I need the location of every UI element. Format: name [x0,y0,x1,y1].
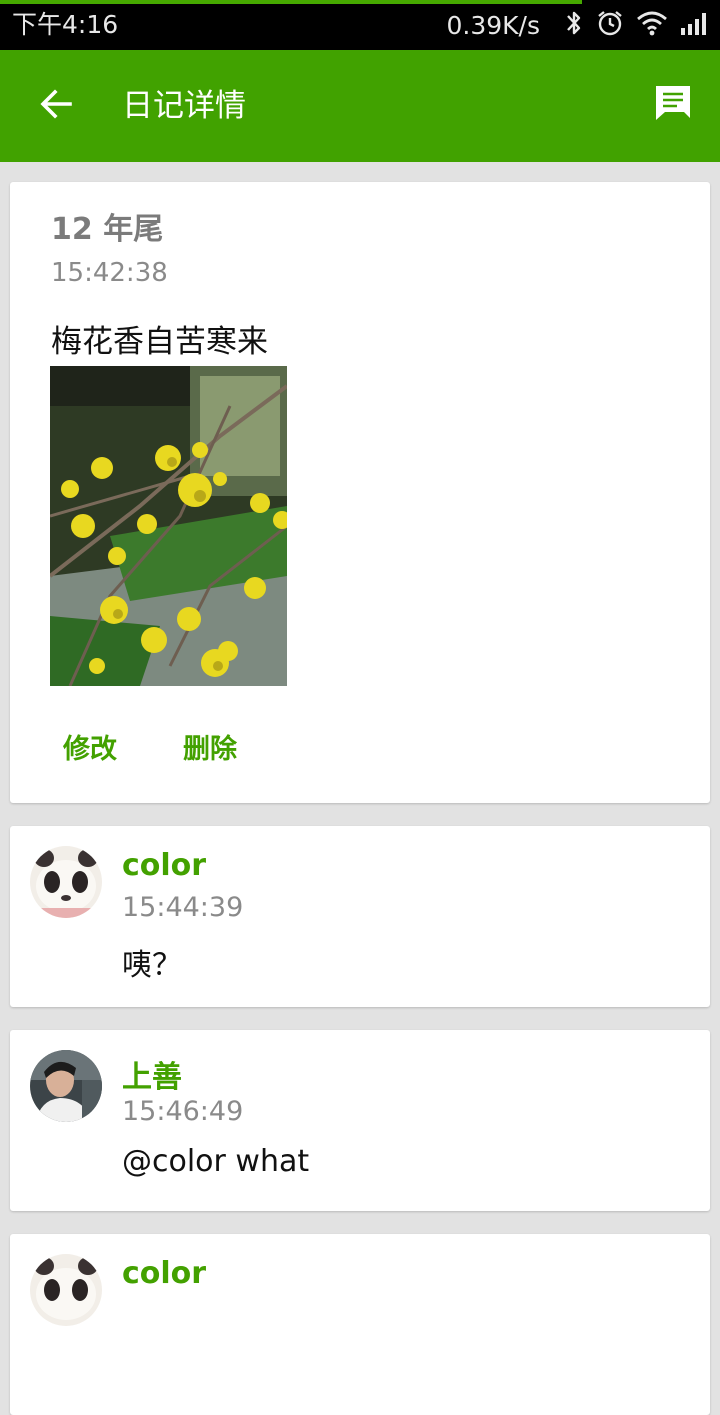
status-bar: 下午4:16 0.39K/s [0,0,720,50]
comment-card: 上善 15:46:49 @color what [10,1030,710,1211]
status-time: 下午4:16 [12,10,119,39]
bluetooth-icon [564,9,584,41]
page-title: 日记详情 [122,88,246,124]
comment-card: color [10,1234,710,1415]
status-icons: 0.39K/s [446,8,710,42]
signal-icon [680,11,710,39]
diary-title: 12 年尾 [51,212,164,247]
alarm-icon [596,9,624,41]
comment-time: 15:44:39 [122,892,244,923]
comment-icon [653,83,693,127]
comment-text: @color what [122,1144,310,1179]
diary-content: 梅花香自苦寒来 [51,324,268,360]
app-bar: 日记详情 [0,50,720,162]
comment-username[interactable]: 上善 [122,1052,182,1096]
diary-time: 15:42:38 [51,258,168,288]
status-progress-bar [0,0,582,4]
comment-button[interactable] [650,82,696,128]
avatar[interactable] [30,846,102,918]
delete-button[interactable]: 删除 [183,727,237,766]
comment-text: 咦？ [122,948,182,983]
wifi-icon [636,10,668,40]
diary-photo[interactable] [50,366,287,686]
comment-username[interactable]: color [122,1256,206,1291]
comment-username[interactable]: color [122,848,206,883]
diary-card: 12 年尾 15:42:38 梅花香自苦寒来 修改 删除 [10,182,710,803]
network-speed: 0.39K/s [446,10,540,40]
avatar[interactable] [30,1050,102,1122]
back-button[interactable] [28,78,84,134]
comment-time: 15:46:49 [122,1096,244,1127]
arrow-left-icon [38,86,74,126]
avatar[interactable] [30,1254,102,1326]
comment-card: color 15:44:39 咦？ [10,826,710,1007]
edit-button[interactable]: 修改 [63,727,117,766]
